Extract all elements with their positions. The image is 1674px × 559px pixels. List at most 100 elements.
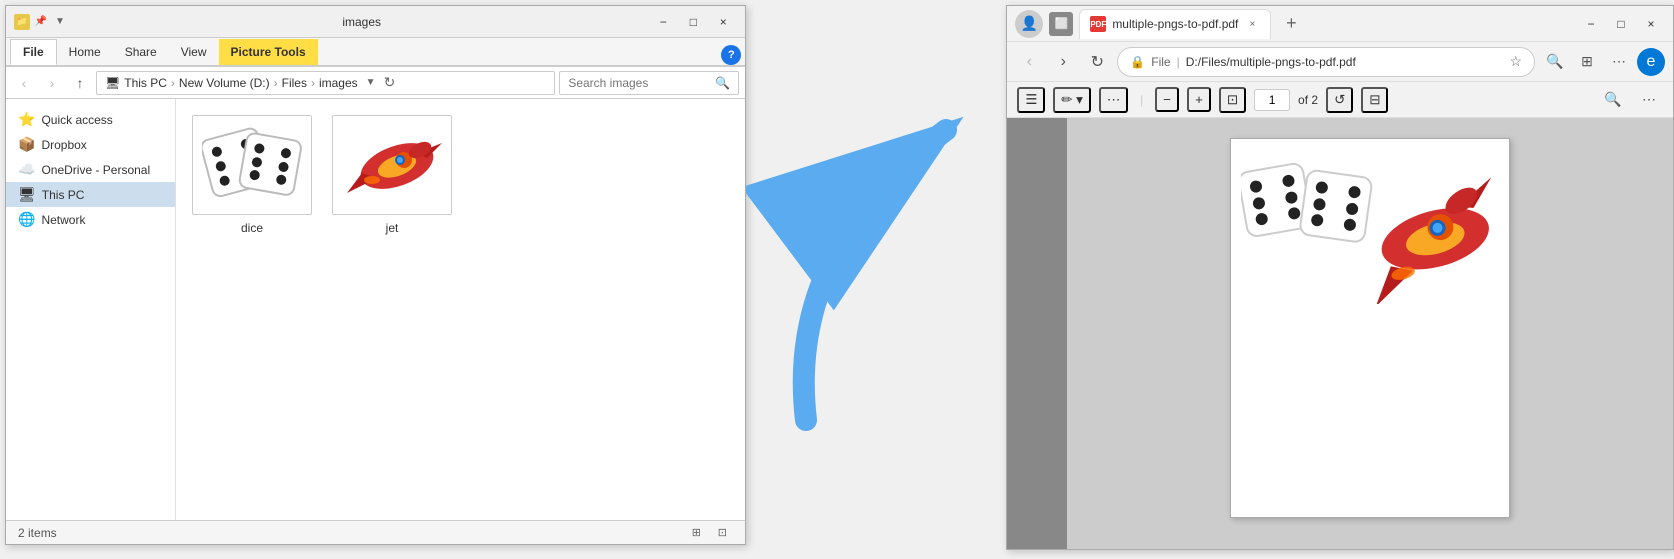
tab-picture-tools[interactable]: Picture Tools <box>219 39 318 65</box>
pdf-outline-button[interactable]: ☰ <box>1017 87 1045 113</box>
dice-image <box>202 125 302 205</box>
browser-minimize-button[interactable]: − <box>1577 14 1605 34</box>
dice-thumbnail <box>192 115 312 215</box>
zoom-in-button[interactable]: + <box>1187 87 1211 112</box>
browser-forward-button[interactable]: › <box>1049 48 1077 76</box>
ribbon: File Home Share View Picture Tools ? <box>6 38 745 67</box>
tab-view[interactable]: View <box>169 39 219 65</box>
back-button[interactable]: ‹ <box>12 71 36 95</box>
forward-button[interactable]: › <box>40 71 64 95</box>
sidebar: ⭐ Quick access 📦 Dropbox ☁️ OneDrive - P… <box>6 99 176 520</box>
rotate-button[interactable]: ⊟ <box>1361 87 1388 113</box>
new-tab-button[interactable]: + <box>1277 10 1305 38</box>
search-icon: 🔍 <box>715 76 730 90</box>
status-bar: 2 2 itemsitems ⊞ ⊡ <box>6 520 745 544</box>
url-separator: | <box>1177 55 1180 69</box>
pdf-jet-image <box>1344 154 1504 304</box>
sidebar-label-quick-access: Quick access <box>41 113 112 127</box>
tab-title: multiple-pngs-to-pdf.pdf <box>1112 17 1238 31</box>
pdf-search-button[interactable]: 🔍 <box>1599 86 1627 114</box>
folder-icon: 📁 <box>14 14 30 30</box>
sidebar-label-dropbox: Dropbox <box>41 138 86 152</box>
pdf-options-button[interactable]: ⋯ <box>1635 86 1663 114</box>
quick-access-icon2: ▼ <box>52 14 68 30</box>
search-bar[interactable]: 🔍 <box>559 71 739 95</box>
help-button[interactable]: ? <box>721 45 741 65</box>
browser-back-button[interactable]: ‹ <box>1015 48 1043 76</box>
crumb-files[interactable]: Files <box>282 76 307 90</box>
url-protocol-label: File <box>1151 55 1170 69</box>
quick-access-icon1: 📌 <box>33 14 49 30</box>
quick-access-icon: ⭐ <box>18 111 35 128</box>
sidebar-item-this-pc[interactable]: 🖥 This PC <box>6 182 175 207</box>
details-view-button[interactable]: ⊞ <box>685 524 707 542</box>
pdf-main-area <box>1067 118 1673 549</box>
browser-toolbar-right: 🔍 ⊞ ⋯ e <box>1541 48 1665 76</box>
sidebar-item-network[interactable]: 🌐 Network <box>6 207 175 232</box>
sidebar-item-quick-access[interactable]: ⭐ Quick access <box>6 107 175 132</box>
crumb-thispc[interactable]: This PC <box>124 76 167 90</box>
edge-icon[interactable]: e <box>1637 48 1665 76</box>
maximize-button[interactable]: □ <box>679 12 707 32</box>
browser-window-controls: − □ × <box>1577 14 1665 34</box>
fit-page-button[interactable]: ⊡ <box>1219 87 1246 113</box>
browser-address-bar: ‹ › ↻ 🔒 File | D:/Files/multiple-pngs-to… <box>1007 42 1673 82</box>
url-bar[interactable]: 🔒 File | D:/Files/multiple-pngs-to-pdf.p… <box>1117 47 1535 77</box>
jet-image <box>337 123 447 208</box>
refresh-button[interactable]: ↻ <box>384 74 396 91</box>
file-explorer: 📁 📌 ▼ images − □ × File Home Share View … <box>5 5 746 545</box>
up-button[interactable]: ↑ <box>68 71 92 95</box>
file-item-dice[interactable]: dice <box>192 115 312 235</box>
previous-page-button[interactable]: ↺ <box>1326 87 1353 113</box>
browser-tab-pdf[interactable]: PDF multiple-pngs-to-pdf.pdf × <box>1079 9 1271 39</box>
tab-file[interactable]: File <box>10 39 57 65</box>
browser-content <box>1007 118 1673 549</box>
zoom-button[interactable]: 🔍 <box>1541 48 1569 76</box>
pdf-annotation-button[interactable]: ✏ ▾ <box>1053 87 1091 113</box>
file-list: dice <box>176 99 745 520</box>
crumb-images[interactable]: images <box>319 76 358 90</box>
browser-refresh-button[interactable]: ↻ <box>1083 48 1111 76</box>
onedrive-icon: ☁️ <box>18 161 35 178</box>
address-dropdown-arrow[interactable]: ▼ <box>366 77 376 88</box>
more-tools-button[interactable]: ⋯ <box>1605 48 1633 76</box>
title-bar-icons: 📁 📌 ▼ <box>14 14 68 30</box>
address-bar[interactable]: 🖥 This PC › New Volume (D:) › Files › im… <box>96 71 555 95</box>
jet-thumbnail <box>332 115 452 215</box>
browser-close-button[interactable]: × <box>1637 14 1665 34</box>
arrow-container <box>746 0 1006 559</box>
pdf-more-button[interactable]: ⋯ <box>1099 87 1128 113</box>
explorer-body: ⭐ Quick access 📦 Dropbox ☁️ OneDrive - P… <box>6 99 745 520</box>
zoom-out-button[interactable]: − <box>1155 87 1179 112</box>
this-pc-icon: 🖥 <box>18 186 36 203</box>
dropbox-icon: 📦 <box>18 136 35 153</box>
sidebar-item-onedrive[interactable]: ☁️ OneDrive - Personal <box>6 157 175 182</box>
page-number-input[interactable] <box>1254 89 1290 111</box>
explorer-title-bar: 📁 📌 ▼ images − □ × <box>6 6 745 38</box>
tab-home[interactable]: Home <box>57 39 113 65</box>
window-controls: − □ × <box>649 12 737 32</box>
view-controls: ⊞ ⊡ <box>685 524 733 542</box>
sidebar-item-dropbox[interactable]: 📦 Dropbox <box>6 132 175 157</box>
pdf-toolbar: ☰ ✏ ▾ ⋯ | − + ⊡ of 2 ↺ ⊟ 🔍 ⋯ <box>1007 82 1673 118</box>
dice-filename: dice <box>241 221 263 235</box>
pdf-tab-icon: PDF <box>1090 16 1106 32</box>
browser-maximize-button[interactable]: □ <box>1607 14 1635 34</box>
crumb-drive[interactable]: New Volume (D:) <box>179 76 270 90</box>
browser-extension-icon: ⬜ <box>1049 12 1073 36</box>
page-total: of 2 <box>1298 93 1318 107</box>
minimize-button[interactable]: − <box>649 12 677 32</box>
read-aloud-button[interactable]: ⊞ <box>1573 48 1601 76</box>
large-icons-view-button[interactable]: ⊡ <box>711 524 733 542</box>
sidebar-label-network: Network <box>41 213 85 227</box>
close-button[interactable]: × <box>709 12 737 32</box>
search-input[interactable] <box>568 76 711 90</box>
browser-title-bar: 👤 ⬜ PDF multiple-pngs-to-pdf.pdf × + − □… <box>1007 6 1673 42</box>
tab-close-button[interactable]: × <box>1244 16 1260 32</box>
bookmark-star-icon[interactable]: ☆ <box>1509 53 1522 70</box>
pdf-page-1 <box>1230 138 1510 518</box>
arrow-svg <box>746 0 1006 559</box>
file-item-jet[interactable]: jet <box>332 115 452 235</box>
tab-share[interactable]: Share <box>113 39 169 65</box>
url-protocol-icon: 🔒 <box>1130 55 1145 69</box>
